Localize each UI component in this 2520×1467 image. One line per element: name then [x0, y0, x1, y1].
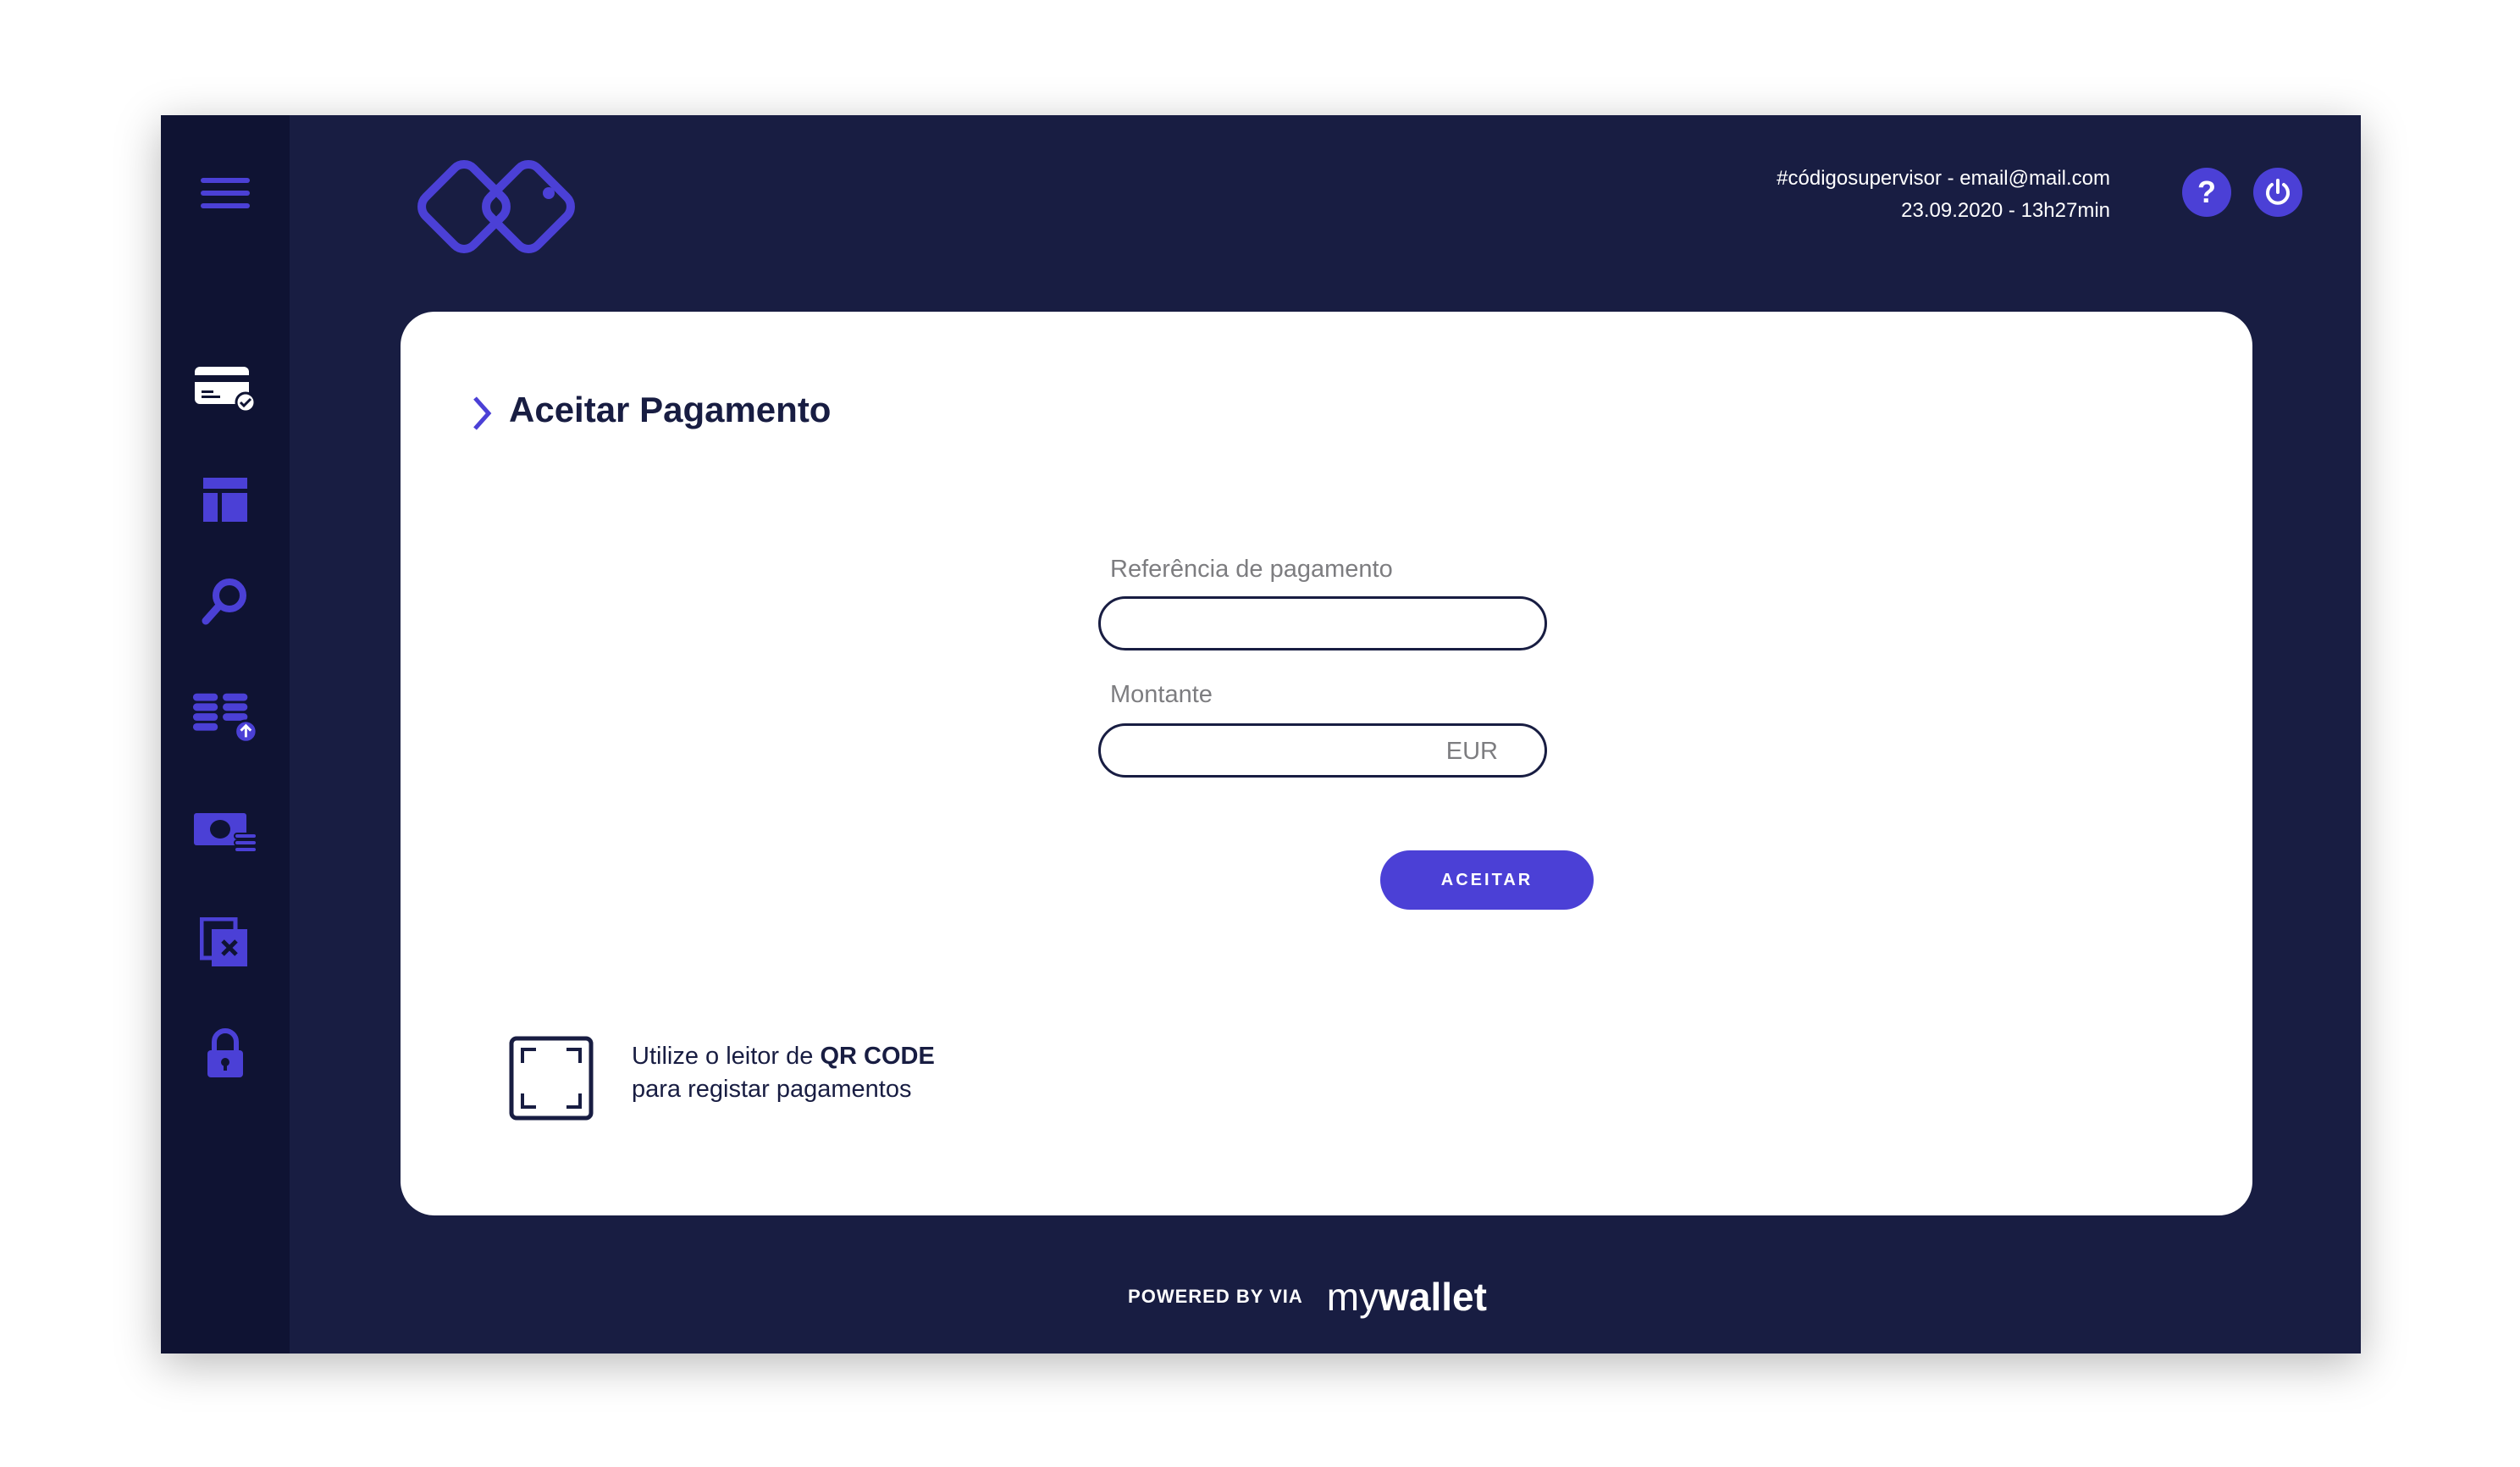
coins-icon — [192, 693, 258, 744]
brand-light: my — [1326, 1275, 1379, 1319]
qr-instructions-line1: Utilize o leitor de QR CODE — [632, 1040, 935, 1073]
logo-icon — [417, 160, 575, 253]
cancel-document-icon — [200, 917, 247, 966]
sidebar-item-cancellations[interactable] — [191, 910, 259, 977]
mywallet-logo: mywallet — [1327, 1274, 1487, 1320]
qr-text-prefix: Utilize o leitor de — [632, 1043, 821, 1070]
sidebar-item-transactions[interactable] — [191, 684, 259, 751]
session-datetime: 23.09.2020 - 13h27min — [1901, 199, 2110, 222]
chevron-right-icon — [473, 396, 492, 430]
qr-scan-icon — [509, 1036, 594, 1121]
app-logo — [412, 146, 581, 268]
qr-instructions: Utilize o leitor de QR CODE para regista… — [632, 1040, 935, 1106]
accept-button[interactable]: ACEITAR — [1380, 850, 1594, 910]
lock-icon — [207, 1028, 243, 1077]
sidebar-item-payments[interactable] — [191, 355, 259, 423]
power-icon — [2266, 179, 2290, 205]
logout-button[interactable] — [2253, 168, 2302, 217]
sidebar-item-security[interactable] — [191, 1020, 259, 1088]
sidebar-item-search[interactable] — [191, 567, 259, 635]
page-title: Aceitar Pagamento — [509, 390, 832, 429]
qr-instructions-line2: para registar pagamentos — [632, 1076, 912, 1103]
sidebar — [161, 115, 290, 1354]
cash-icon — [194, 813, 257, 853]
qr-scanner-button[interactable] — [509, 1036, 594, 1121]
sidebar-item-dashboard[interactable] — [191, 466, 259, 534]
help-button[interactable]: ? — [2182, 168, 2231, 217]
menu-button[interactable] — [201, 176, 250, 210]
qr-code-emphasis: QR CODE — [820, 1043, 935, 1070]
search-icon — [202, 578, 246, 625]
layout-icon — [203, 478, 247, 522]
app-window: #códigosupervisor - email@mail.com 23.09… — [161, 115, 2361, 1354]
session-info: #códigosupervisor - email@mail.com 23.09… — [1777, 163, 2110, 227]
card-check-icon — [195, 367, 257, 412]
sidebar-item-cash[interactable] — [191, 800, 259, 867]
help-icon: ? — [2197, 174, 2216, 209]
reference-label: Referência de pagamento — [1110, 556, 1393, 583]
powered-by-text: POWERED BY VIA — [1128, 1286, 1303, 1307]
payment-reference-input[interactable] — [1098, 596, 1547, 650]
currency-suffix: EUR — [1445, 738, 1498, 765]
brand-bold: wallet — [1379, 1275, 1487, 1319]
user-info: #códigosupervisor - email@mail.com — [1777, 167, 2110, 190]
footer: POWERED BY VIA mywallet — [161, 1274, 2361, 1320]
amount-label: Montante — [1110, 681, 1213, 708]
main-card: Aceitar Pagamento Referência de pagament… — [401, 312, 2252, 1215]
hamburger-menu-icon — [201, 178, 250, 208]
